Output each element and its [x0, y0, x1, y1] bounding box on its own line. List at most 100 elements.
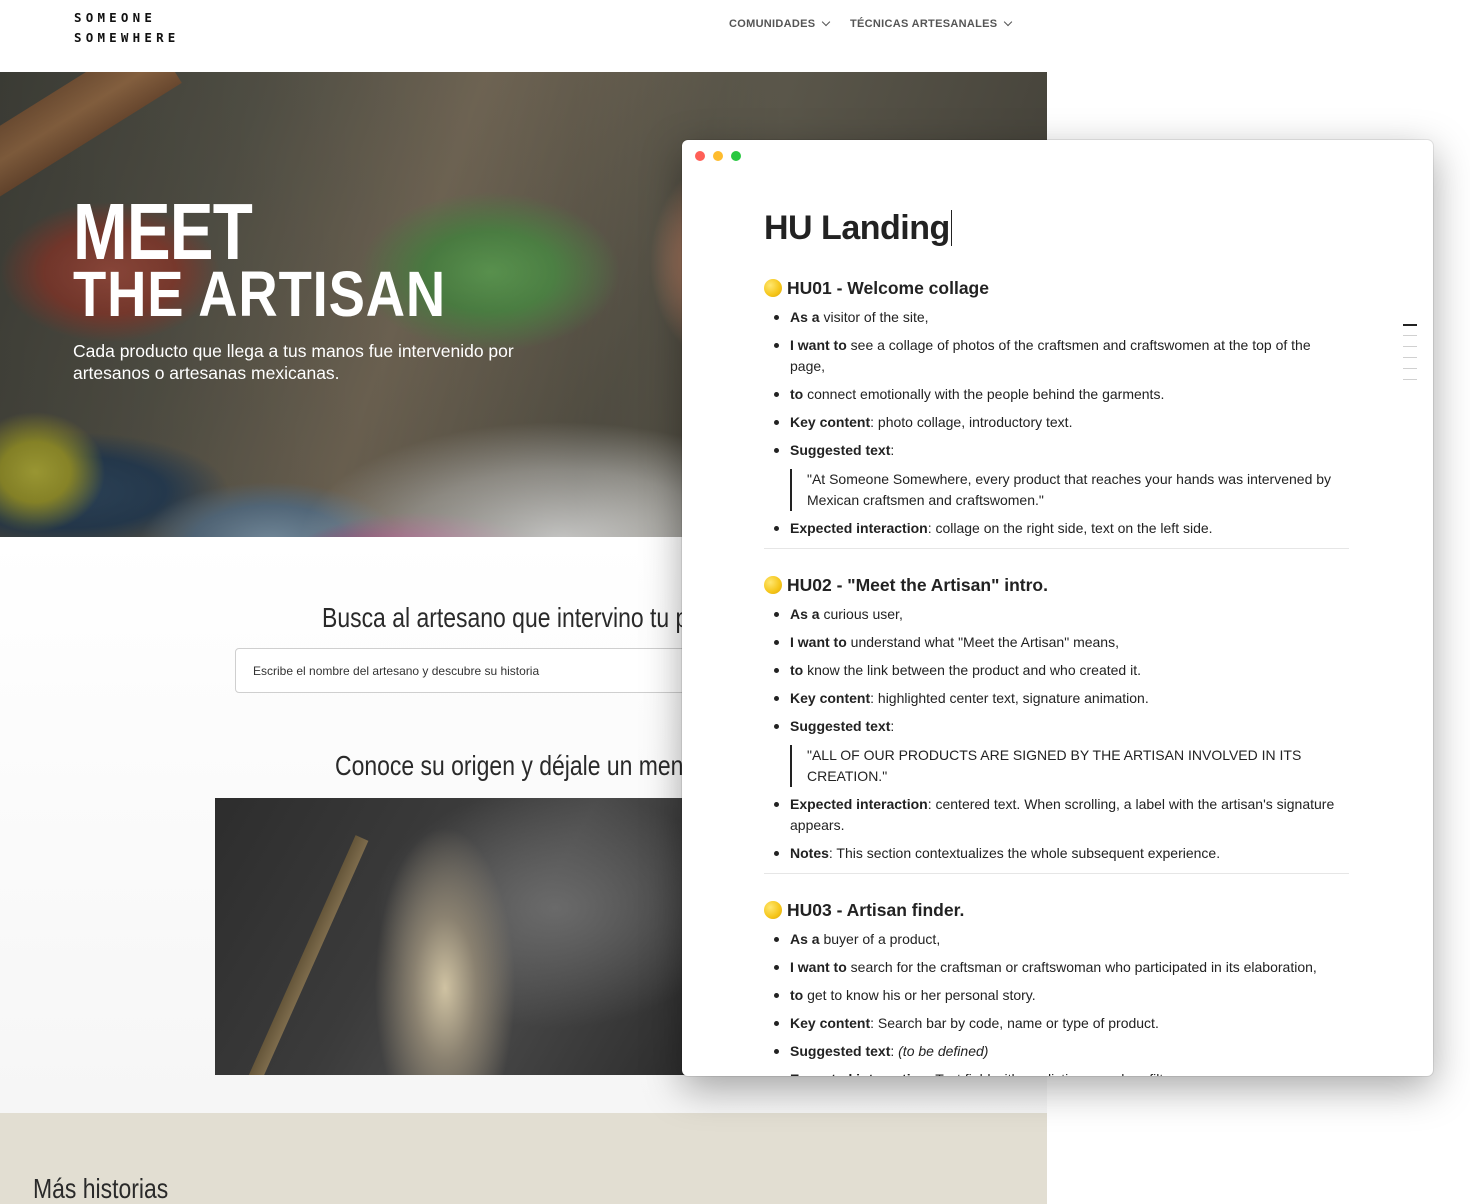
bullet-label: Key content — [790, 1015, 871, 1031]
hero-title-artisan: THE ARTISAN — [73, 258, 447, 330]
hero-subtitle: Cada producto que llega a tus manos fue … — [73, 341, 514, 383]
story-heading-text: HU01 - Welcome collage — [787, 277, 989, 298]
bullet-text: : collage on the right side, text on the… — [927, 520, 1213, 536]
bullet-item[interactable]: Key content: photo collage, introductory… — [764, 412, 1349, 433]
logo-line-2: SOMEWHERE — [74, 30, 180, 45]
bullet-item[interactable]: Suggested text: — [764, 716, 1349, 737]
section-divider — [764, 548, 1349, 549]
bullet-item[interactable]: to get to know his or her personal story… — [764, 985, 1349, 1006]
bullet-text: get to know his or her personal story. — [803, 987, 1036, 1003]
bullet-item[interactable]: I want to see a collage of photos of the… — [764, 335, 1349, 377]
bullet-list: As a curious user, I want to understand w… — [764, 604, 1349, 737]
nav-tecnicas-label: TÉCNICAS ARTESANALES — [850, 18, 998, 30]
nav-comunidades-label: COMUNIDADES — [729, 18, 816, 30]
user-story: HU01 - Welcome collage As a visitor of th… — [764, 276, 1349, 549]
bullet-label: As a — [790, 931, 820, 947]
bullet-label: I want to — [790, 337, 847, 353]
search-placeholder: Escribe el nombre del artesano y descubr… — [253, 663, 540, 678]
bullet-item[interactable]: Suggested text: — [764, 440, 1349, 461]
search-section-title: Busca al artesano que intervino tu p — [322, 602, 689, 633]
notes-window: HU Landing HU01 - Welcome collage As a vi… — [682, 140, 1433, 1076]
document-title-text: HU Landing — [764, 208, 950, 247]
section-divider — [764, 873, 1349, 874]
site-header: SOMEONE SOMEWHERE COMUNIDADES TÉCNICAS A… — [0, 0, 1047, 72]
bullet-label: Suggested text — [790, 442, 891, 458]
bullet-text: search for the craftsman or craftswoman … — [846, 959, 1317, 975]
bullet-item[interactable]: Suggested text: (to be defined) — [764, 1041, 1349, 1062]
bullet-label: Expected interaction — [790, 1071, 928, 1076]
bullet-item[interactable]: Key content: Search bar by code, name or… — [764, 1013, 1349, 1034]
bullet-list: As a buyer of a product, I want to search… — [764, 929, 1349, 1076]
bullet-item[interactable]: I want to understand what "Meet the Arti… — [764, 632, 1349, 653]
story-list: HU01 - Welcome collage As a visitor of th… — [764, 276, 1349, 1076]
bullet-text: : highlighted center text, signature ani… — [870, 690, 1149, 706]
more-stories-title: Más historias — [33, 1173, 169, 1204]
chevron-down-icon — [1004, 17, 1013, 27]
document-body[interactable]: HU Landing HU01 - Welcome collage As a vi… — [764, 202, 1349, 1076]
bullet-item[interactable]: As a curious user, — [764, 604, 1349, 625]
bullet-list: Expected interaction: collage on the rig… — [764, 518, 1349, 539]
bullet-label: Notes — [790, 845, 829, 861]
text-cursor — [950, 210, 953, 246]
document-outline[interactable] — [1403, 324, 1417, 390]
chevron-down-icon — [822, 17, 831, 27]
bullet-label: I want to — [790, 634, 847, 650]
bullet-list: Expected interaction: centered text. Whe… — [764, 794, 1349, 864]
bullet-label: As a — [790, 606, 820, 622]
bullet-text: : Search bar by code, name or type of pr… — [870, 1015, 1159, 1031]
bullet-item[interactable]: Expected interaction: collage on the rig… — [764, 518, 1349, 539]
user-story: HU02 - "Meet the Artisan" intro. As a cur… — [764, 573, 1349, 874]
logo-line-1: SOMEONE — [74, 10, 157, 25]
story-heading[interactable]: HU01 - Welcome collage — [764, 276, 1349, 300]
bullet-item[interactable]: As a visitor of the site, — [764, 307, 1349, 328]
bullet-text: : — [890, 718, 895, 734]
story-heading-text: HU02 - "Meet the Artisan" intro. — [787, 574, 1048, 595]
bullet-text: buyer of a product, — [819, 931, 941, 947]
bullet-label: Expected interaction — [790, 520, 928, 536]
close-window-button[interactable] — [695, 151, 705, 161]
quote-block[interactable]: "ALL OF OUR PRODUCTS ARE SIGNED BY THE A… — [790, 745, 1349, 787]
bullet-item[interactable]: Notes: This section contextualizes the w… — [764, 843, 1349, 864]
nav-tecnicas[interactable]: TÉCNICAS ARTESANALES — [850, 16, 1013, 32]
bullet-item[interactable]: Expected interaction: centered text. Whe… — [764, 794, 1349, 836]
bullet-label: to — [790, 987, 804, 1003]
nav-comunidades[interactable]: COMUNIDADES — [729, 16, 831, 32]
bullet-item[interactable]: to connect emotionally with the people b… — [764, 384, 1349, 405]
minimize-window-button[interactable] — [713, 151, 723, 161]
bullet-item[interactable]: to know the link between the product and… — [764, 660, 1349, 681]
bullet-label: Expected interaction — [790, 796, 928, 812]
bullet-text: : — [890, 1043, 899, 1059]
bullet-list: As a visitor of the site, I want to see a… — [764, 307, 1349, 461]
bullet-label: I want to — [790, 959, 847, 975]
artisan-search-input[interactable]: Escribe el nombre del artesano y descubr… — [235, 648, 695, 693]
bullet-italic-text: (to be defined) — [898, 1043, 989, 1059]
story-heading[interactable]: HU03 - Artisan finder. — [764, 898, 1349, 922]
bullet-item[interactable]: As a buyer of a product, — [764, 929, 1349, 950]
story-heading[interactable]: HU02 - "Meet the Artisan" intro. — [764, 573, 1349, 597]
bullet-label: Key content — [790, 414, 871, 430]
bullet-label: Key content — [790, 690, 871, 706]
quote-block[interactable]: "At Someone Somewhere, every product tha… — [790, 469, 1349, 511]
bullet-text: curious user, — [819, 606, 903, 622]
yellow-circle-icon — [764, 901, 782, 919]
bullet-item[interactable]: I want to search for the craftsman or cr… — [764, 957, 1349, 978]
origin-video[interactable] — [215, 798, 695, 1075]
story-heading-text: HU03 - Artisan finder. — [787, 899, 965, 920]
bullet-label: As a — [790, 309, 820, 325]
bullet-item[interactable]: Expected interaction: Text field with pr… — [764, 1069, 1349, 1076]
yellow-circle-icon — [764, 279, 782, 297]
bullet-text: : — [890, 442, 895, 458]
bullet-label: Suggested text — [790, 1043, 891, 1059]
bullet-label: Suggested text — [790, 718, 891, 734]
maximize-window-button[interactable] — [731, 151, 741, 161]
user-story: HU03 - Artisan finder. As a buyer of a pr… — [764, 898, 1349, 1076]
site-logo[interactable]: SOMEONE SOMEWHERE — [74, 8, 180, 48]
bullet-item[interactable]: Key content: highlighted center text, si… — [764, 688, 1349, 709]
origin-section-title: Conoce su origen y déjale un mens — [335, 750, 695, 781]
bullet-text: understand what "Meet the Artisan" means… — [846, 634, 1119, 650]
bullet-text: : photo collage, introductory text. — [870, 414, 1073, 430]
bullet-text: know the link between the product and wh… — [803, 662, 1141, 678]
bullet-text: : This section contextualizes the whole … — [828, 845, 1221, 861]
bullet-label: to — [790, 662, 804, 678]
document-title[interactable]: HU Landing — [764, 202, 1349, 254]
